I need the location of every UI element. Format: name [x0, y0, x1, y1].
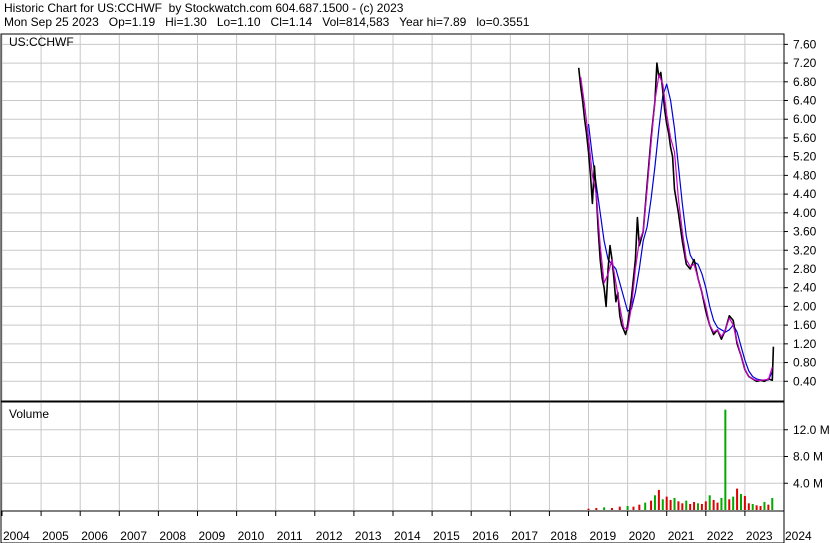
volume-bar — [708, 495, 711, 510]
volume-bar — [653, 495, 656, 510]
volume-bar — [747, 503, 750, 510]
year-tick-label: 2021 — [668, 529, 695, 543]
year-tick-label: 2015 — [433, 529, 460, 543]
year-tick-label: 2023 — [746, 529, 773, 543]
price-tick-label: 3.20 — [793, 243, 817, 257]
volume-bar — [650, 500, 653, 510]
volume-bar — [661, 499, 664, 510]
price-tick-label: 6.40 — [793, 94, 817, 108]
volume-tick-label: 8.0 M — [793, 450, 823, 464]
price-tick-label: 2.00 — [793, 299, 817, 313]
volume-bar — [696, 503, 699, 510]
volume-bar — [739, 493, 742, 510]
year-tick-label: 2004 — [3, 529, 30, 543]
volume-bar — [712, 499, 715, 510]
price-lines — [577, 62, 775, 383]
volume-bar — [763, 501, 766, 510]
year-tick-label: 2005 — [42, 529, 69, 543]
volume-bar — [689, 503, 692, 510]
volume-bar — [759, 505, 762, 510]
volume-panel-title: Volume — [9, 407, 49, 421]
price-tick-label: 5.60 — [793, 131, 817, 145]
year-tick-label: 2012 — [316, 529, 343, 543]
stock-chart: US:CCHWF Volume 7.60 7.20 6.80 6.40 6.00 5.60… — [0, 33, 830, 543]
year-tick-label: 2014 — [394, 529, 421, 543]
volume-bar — [732, 496, 735, 510]
volume-tick-label: 12.0 M — [793, 423, 830, 437]
price-tick-label: 7.20 — [793, 56, 817, 70]
price-tick-label: 0.80 — [793, 356, 817, 370]
year-tick-label: 2013 — [355, 529, 382, 543]
price-tick-label: 5.20 — [793, 150, 817, 164]
year-tick-label: 2016 — [472, 529, 499, 543]
price-tick-label: 1.60 — [793, 318, 817, 332]
volume-bar — [755, 505, 758, 510]
year-tick-label: 2020 — [629, 529, 656, 543]
volume-bar — [644, 502, 647, 510]
volume-bar — [700, 503, 703, 510]
year-tick-label: 2011 — [277, 529, 303, 543]
volume-bar — [626, 505, 629, 510]
price-line — [577, 62, 775, 383]
price-tick-label: 4.40 — [793, 187, 817, 201]
year-axis: 2004 2005 2006 2007 2008 2009 2010 2011 2012 2013… — [1, 511, 812, 543]
volume-bar — [603, 507, 606, 510]
price-tick-label: 4.00 — [793, 206, 817, 220]
volume-bar — [638, 504, 641, 510]
year-tick-label: 2006 — [81, 529, 108, 543]
year-tick-label: 2009 — [199, 529, 226, 543]
price-tick-label: 3.60 — [793, 225, 817, 239]
year-tick-label: 2017 — [511, 529, 538, 543]
volume-bar — [704, 501, 707, 510]
year-tick-label: 2007 — [120, 529, 147, 543]
volume-bar — [693, 501, 696, 510]
volume-bar — [681, 503, 684, 510]
ma-short-line — [580, 74, 773, 381]
price-tick-label: 2.80 — [793, 262, 817, 276]
volume-bar — [673, 497, 676, 510]
price-tick-label: 6.00 — [793, 112, 817, 126]
price-tick-label: 1.20 — [793, 337, 817, 351]
volume-bar — [595, 507, 598, 510]
volume-bar — [771, 497, 774, 510]
price-axis: 7.60 7.20 6.80 6.40 6.00 5.60 5.20 4.80 4.40 4.00… — [784, 37, 817, 388]
volume-bar — [685, 500, 688, 510]
volume-bar — [587, 508, 590, 510]
year-grid — [1, 35, 785, 510]
volume-bar — [724, 409, 727, 510]
year-tick-label: 2024 — [785, 529, 812, 543]
price-panel-title: US:CCHWF — [9, 35, 74, 49]
volume-tick-label: 4.0 M — [793, 476, 823, 490]
volume-bar — [610, 507, 613, 510]
volume-bar — [716, 502, 719, 510]
volume-bar — [751, 503, 754, 510]
volume-bar — [669, 499, 672, 510]
price-tick-label: 2.40 — [793, 281, 817, 295]
volume-bar — [665, 496, 668, 510]
volume-bar — [767, 504, 770, 510]
volume-bar — [720, 497, 723, 510]
price-tick-label: 6.80 — [793, 75, 817, 89]
year-tick-label: 2019 — [590, 529, 617, 543]
volume-bar — [677, 501, 680, 510]
volume-bar — [736, 488, 739, 510]
year-tick-label: 2010 — [238, 529, 265, 543]
volume-bar — [618, 506, 621, 510]
price-tick-label: 4.80 — [793, 168, 817, 182]
volume-axis: 12.0 M 8.0 M 4.0 M — [784, 423, 830, 490]
volume-bar — [632, 506, 635, 510]
volume-bar — [728, 499, 731, 510]
price-tick-label: 7.60 — [793, 37, 817, 51]
year-tick-label: 2022 — [707, 529, 734, 543]
price-tick-label: 0.40 — [793, 374, 817, 388]
volume-bar — [743, 495, 746, 510]
year-tick-label: 2018 — [550, 529, 577, 543]
volume-bar — [657, 489, 660, 510]
year-tick-label: 2008 — [159, 529, 186, 543]
volume-bars — [587, 409, 774, 510]
